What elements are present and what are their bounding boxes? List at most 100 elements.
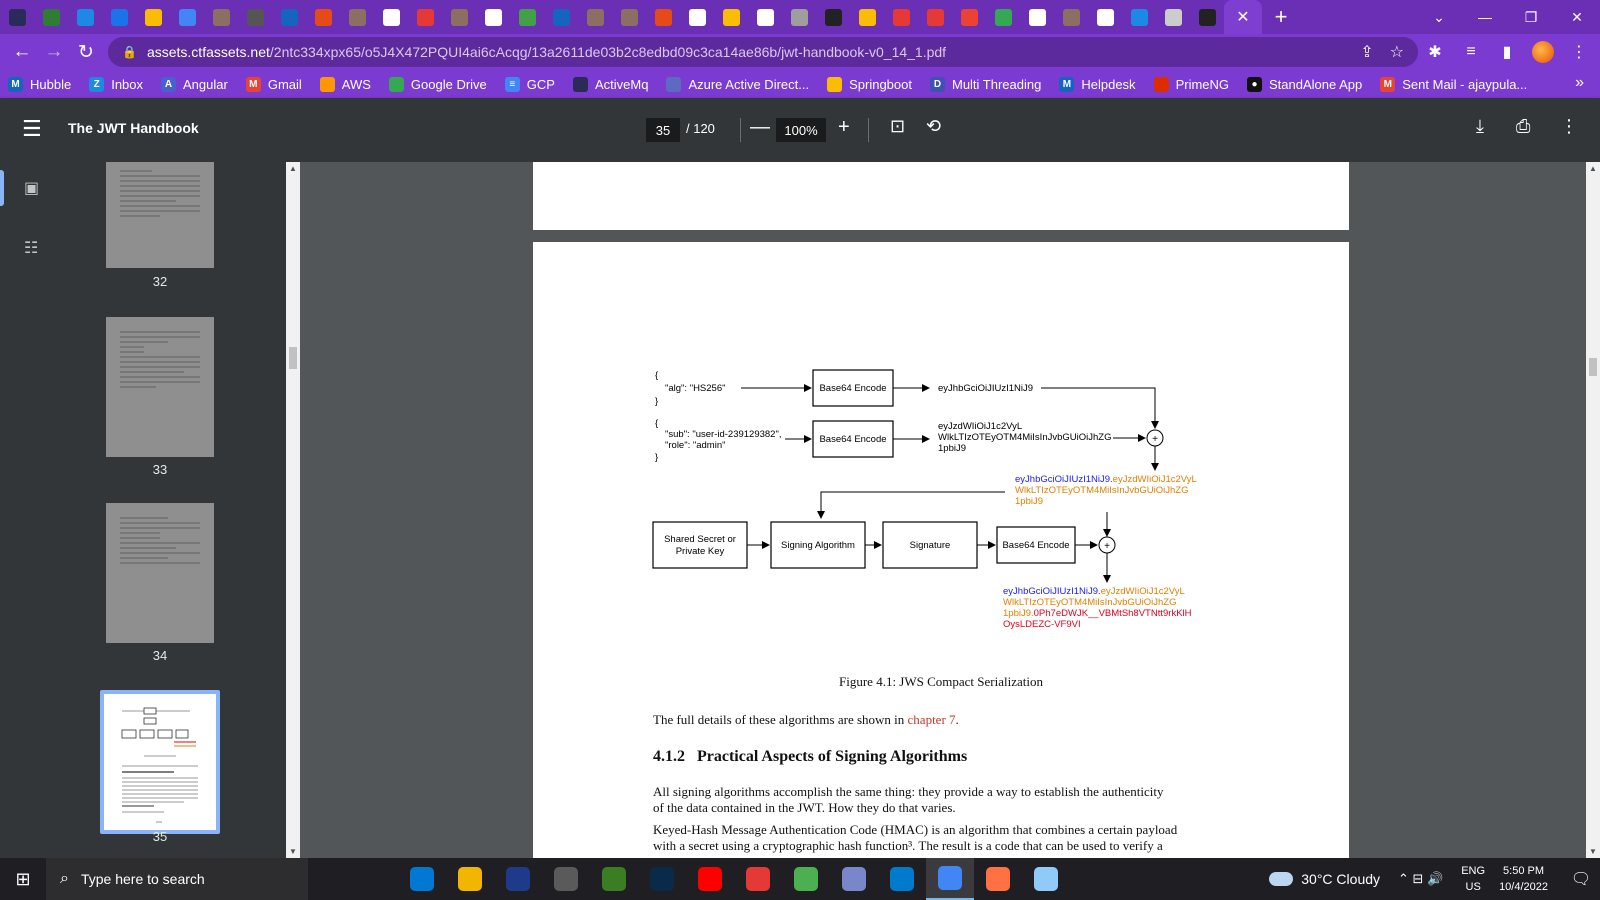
taskbar-app[interactable] bbox=[398, 858, 446, 900]
browser-tab[interactable] bbox=[204, 0, 238, 34]
browser-tab[interactable] bbox=[918, 0, 952, 34]
browser-tab[interactable] bbox=[408, 0, 442, 34]
browser-tab[interactable] bbox=[986, 0, 1020, 34]
bookmark-item[interactable]: M Gmail bbox=[245, 76, 302, 92]
scroll-up-icon[interactable]: ▲ bbox=[1589, 164, 1597, 173]
reload-icon[interactable]: ↻ bbox=[70, 36, 102, 68]
sidebar-scrollbar[interactable]: ▲ ▼ bbox=[286, 162, 300, 858]
taskbar-app[interactable] bbox=[590, 858, 638, 900]
bookmarks-overflow-icon[interactable]: » bbox=[1575, 74, 1584, 92]
browser-tab[interactable] bbox=[1088, 0, 1122, 34]
browser-tab[interactable] bbox=[306, 0, 340, 34]
bookmark-item[interactable]: Springboot bbox=[827, 76, 912, 92]
scroll-down-icon[interactable]: ▼ bbox=[1589, 847, 1597, 856]
thumbnail-page-33[interactable] bbox=[106, 317, 214, 457]
bookmark-item[interactable]: D Multi Threading bbox=[929, 76, 1041, 92]
back-arrow-icon[interactable]: ← bbox=[6, 36, 38, 68]
browser-tab[interactable] bbox=[0, 0, 34, 34]
active-tab-close[interactable]: ✕ bbox=[1224, 0, 1262, 34]
side-panel-icon[interactable]: ▮ bbox=[1496, 37, 1518, 67]
zoom-level-input[interactable]: 100% bbox=[776, 118, 826, 142]
outline-view-icon[interactable]: ☷ bbox=[24, 238, 42, 257]
taskbar-app[interactable] bbox=[1022, 858, 1070, 900]
forward-arrow-icon[interactable]: → bbox=[38, 36, 70, 68]
browser-tab[interactable] bbox=[374, 0, 408, 34]
scroll-up-icon[interactable]: ▲ bbox=[289, 164, 297, 173]
browser-tab[interactable] bbox=[68, 0, 102, 34]
browser-tab[interactable] bbox=[680, 0, 714, 34]
restore-button[interactable]: ❐ bbox=[1508, 0, 1554, 34]
taskbar-app[interactable] bbox=[878, 858, 926, 900]
sidebar-scroll-thumb[interactable] bbox=[289, 347, 297, 369]
browser-tab[interactable] bbox=[1190, 0, 1224, 34]
chapter-link[interactable]: chapter 7 bbox=[908, 712, 956, 727]
taskbar-app[interactable] bbox=[974, 858, 1022, 900]
weather-widget[interactable]: 30°C Cloudy bbox=[1269, 871, 1380, 887]
clock[interactable]: 5:50 PM 10/4/2022 bbox=[1499, 863, 1548, 895]
browser-tab[interactable] bbox=[476, 0, 510, 34]
browser-tab[interactable] bbox=[1156, 0, 1190, 34]
browser-tab[interactable] bbox=[884, 0, 918, 34]
profile-avatar[interactable] bbox=[1532, 41, 1554, 63]
rotate-icon[interactable]: ⟲ bbox=[926, 116, 941, 137]
minimize-button[interactable]: — bbox=[1462, 0, 1508, 34]
main-scroll-thumb[interactable] bbox=[1589, 358, 1597, 376]
bookmark-item[interactable]: Z Inbox bbox=[89, 76, 143, 92]
browser-tab[interactable] bbox=[170, 0, 204, 34]
taskbar-app[interactable] bbox=[638, 858, 686, 900]
taskbar-app[interactable] bbox=[782, 858, 830, 900]
print-icon[interactable]: ⎙ bbox=[1516, 116, 1530, 137]
more-options-icon[interactable]: ⋮ bbox=[1560, 116, 1578, 137]
bookmark-item[interactable]: A Angular bbox=[161, 76, 228, 92]
taskbar-app[interactable] bbox=[494, 858, 542, 900]
bookmark-item[interactable]: ≡ GCP bbox=[504, 76, 555, 92]
page-number-input[interactable]: 35 bbox=[646, 118, 680, 142]
thumbnail-page-34[interactable] bbox=[106, 503, 214, 643]
bookmark-item[interactable]: M Hubble bbox=[8, 76, 71, 92]
browser-tab[interactable] bbox=[34, 0, 68, 34]
browser-tab[interactable] bbox=[952, 0, 986, 34]
browser-tab[interactable] bbox=[544, 0, 578, 34]
extensions-icon[interactable]: ✱ bbox=[1424, 37, 1446, 67]
bookmark-item[interactable]: ActiveMq bbox=[572, 76, 648, 92]
notification-icon[interactable]: 🗨 bbox=[1562, 869, 1600, 889]
lock-icon[interactable]: 🔒 bbox=[122, 45, 137, 59]
browser-tab[interactable] bbox=[578, 0, 612, 34]
bookmark-item[interactable]: Azure Active Direct... bbox=[666, 76, 809, 92]
browser-tab[interactable] bbox=[272, 0, 306, 34]
tray-icons[interactable]: ⌃ ⊟ 🔊 bbox=[1398, 871, 1443, 887]
bookmark-item[interactable]: AWS bbox=[319, 76, 371, 92]
new-tab-button[interactable]: + bbox=[1262, 0, 1300, 34]
browser-tab[interactable] bbox=[612, 0, 646, 34]
thumbnail-page-32[interactable] bbox=[106, 162, 214, 268]
zoom-out-icon[interactable]: — bbox=[750, 116, 770, 139]
browser-tab[interactable] bbox=[1054, 0, 1088, 34]
bookmark-item[interactable]: ● StandAlone App bbox=[1247, 76, 1362, 92]
download-icon[interactable]: ⤓ bbox=[1476, 116, 1484, 137]
browser-tab[interactable] bbox=[1122, 0, 1156, 34]
browser-tab[interactable] bbox=[816, 0, 850, 34]
browser-tab[interactable] bbox=[850, 0, 884, 34]
tab-search-icon[interactable]: ⌄ bbox=[1416, 0, 1462, 34]
bookmark-item[interactable]: Google Drive bbox=[388, 76, 487, 92]
browser-tab[interactable] bbox=[510, 0, 544, 34]
taskbar-app[interactable] bbox=[542, 858, 590, 900]
bookmark-item[interactable]: PrimeNG bbox=[1153, 76, 1229, 92]
browser-tab[interactable] bbox=[340, 0, 374, 34]
thumbnail-page-35[interactable] bbox=[100, 690, 220, 834]
reading-list-icon[interactable]: ≡ bbox=[1460, 37, 1482, 67]
browser-tab[interactable] bbox=[1020, 0, 1054, 34]
browser-tab[interactable] bbox=[748, 0, 782, 34]
bookmark-item[interactable]: M Helpdesk bbox=[1059, 76, 1136, 92]
windows-start-icon[interactable]: ⊞ bbox=[0, 858, 46, 900]
scroll-down-icon[interactable]: ▼ bbox=[289, 847, 297, 856]
language-indicator[interactable]: ENG US bbox=[1461, 863, 1485, 895]
taskbar-app[interactable] bbox=[926, 858, 974, 900]
close-window-button[interactable]: ✕ bbox=[1554, 0, 1600, 34]
menu-icon[interactable]: ☰ bbox=[22, 116, 42, 142]
taskbar-app[interactable] bbox=[686, 858, 734, 900]
thumbnails-view-icon[interactable]: ▣ bbox=[24, 178, 42, 197]
browser-tab[interactable] bbox=[238, 0, 272, 34]
bookmark-star-icon[interactable]: ☆ bbox=[1390, 42, 1404, 62]
browser-tab[interactable] bbox=[714, 0, 748, 34]
